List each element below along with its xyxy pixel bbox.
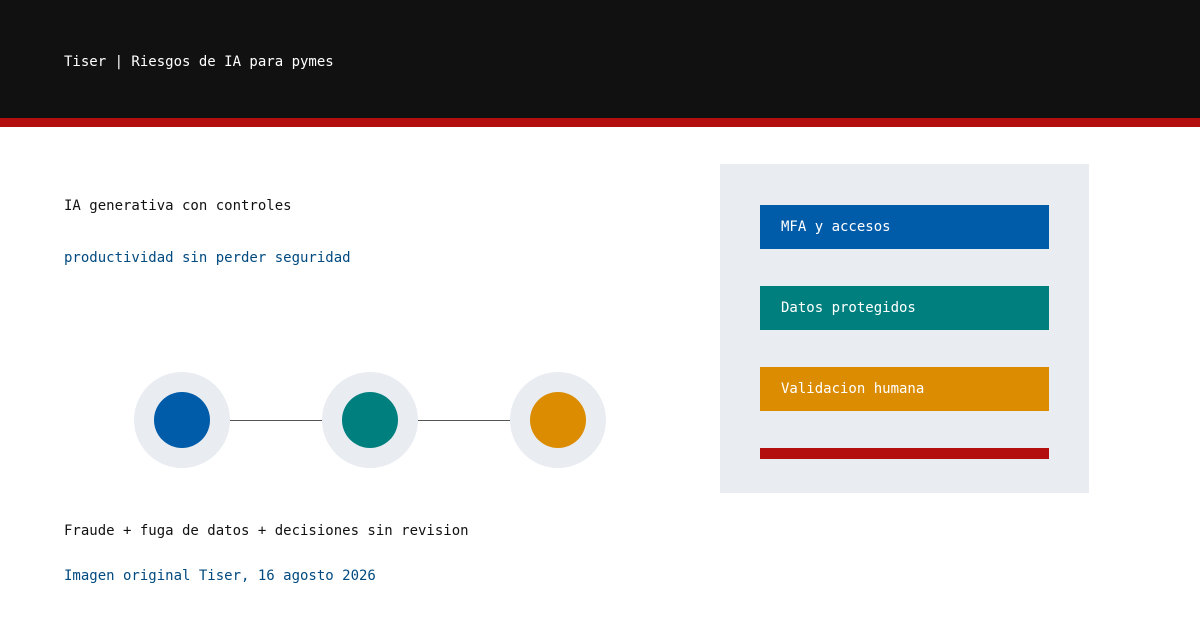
header-accent-stripe <box>0 118 1200 127</box>
control-data-protection: Datos protegidos <box>760 286 1049 330</box>
image-credit: Imagen original Tiser, 16 agosto 2026 <box>64 568 376 584</box>
control-mfa: MFA y accesos <box>760 205 1049 249</box>
risk-summary: Fraude + fuga de datos + decisiones sin … <box>64 523 469 539</box>
panel-accent-stripe <box>760 448 1049 459</box>
control-human-validation: Validacion humana <box>760 367 1049 411</box>
node-dot-3 <box>530 392 586 448</box>
node-dot-2 <box>342 392 398 448</box>
header-title: Tiser | Riesgos de IA para pymes <box>64 54 334 70</box>
header-bar: Tiser | Riesgos de IA para pymes <box>0 0 1200 118</box>
node-ring-3 <box>510 372 606 468</box>
node-ring-1 <box>134 372 230 468</box>
node-connector-1 <box>230 420 322 421</box>
main-subheading: productividad sin perder seguridad <box>64 250 351 266</box>
node-ring-2 <box>322 372 418 468</box>
page: Tiser | Riesgos de IA para pymes IA gene… <box>0 0 1200 630</box>
main-heading: IA generativa con controles <box>64 198 292 214</box>
controls-panel: MFA y accesos Datos protegidos Validacio… <box>720 164 1089 493</box>
node-dot-1 <box>154 392 210 448</box>
node-connector-2 <box>418 420 510 421</box>
